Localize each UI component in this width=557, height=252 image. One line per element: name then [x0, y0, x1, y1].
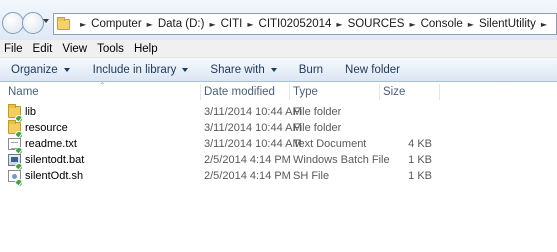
file-type: File folder — [293, 122, 342, 134]
column-header-date-modified[interactable]: Date modified — [200, 82, 289, 102]
forward-button[interactable] — [22, 12, 44, 34]
file-name[interactable]: silentOdt.sh — [25, 168, 83, 184]
file-type: Windows Batch File — [293, 154, 390, 166]
menu-file[interactable]: File — [0, 43, 28, 55]
chevron-right-icon[interactable]: ► — [209, 20, 215, 29]
file-size: 4 KB — [408, 138, 432, 150]
chevron-right-icon[interactable]: ► — [336, 20, 342, 29]
folder-icon — [8, 120, 23, 139]
batch-file-icon — [8, 154, 23, 171]
file-size: 1 KB — [408, 154, 432, 166]
breadcrumb-item[interactable]: SOURCES — [348, 18, 405, 30]
new-folder-button[interactable]: New folder — [345, 64, 400, 76]
breadcrumb-item[interactable]: Console — [421, 18, 463, 30]
menu-bar: File Edit View Tools Help — [0, 40, 557, 58]
new-folder-label: New folder — [345, 63, 401, 76]
organize-label: Organize — [11, 63, 58, 76]
column-header-size[interactable]: Size — [379, 82, 439, 102]
file-row[interactable]: silentOdt.sh 2/5/2014 4:14 PM SH File 1 … — [0, 168, 557, 187]
column-header-type[interactable]: Type — [289, 82, 380, 102]
sync-check-icon — [15, 179, 23, 187]
file-size — [384, 120, 432, 136]
breadcrumb[interactable]: ► Computer ► Data (D:) ► CITI ► CITI0205… — [53, 13, 557, 35]
include-in-library-button[interactable]: Include in library — [93, 64, 189, 76]
menu-edit[interactable]: Edit — [28, 43, 58, 55]
file-date-modified: 3/11/2014 10:44 AM — [204, 138, 302, 150]
file-date-modified: 3/11/2014 10:44 AM — [204, 106, 302, 118]
breadcrumb-item[interactable]: CITI02052014 — [259, 18, 332, 30]
breadcrumb-item[interactable]: CITI — [221, 18, 243, 30]
file-date-modified: 2/5/2014 4:14 PM — [204, 170, 291, 182]
chevron-right-icon[interactable]: ► — [409, 20, 415, 29]
include-in-library-label: Include in library — [92, 63, 177, 76]
chevron-down-icon — [63, 67, 70, 72]
menu-tools[interactable]: Tools — [92, 43, 129, 55]
burn-button[interactable]: Burn — [299, 64, 323, 76]
text-file-icon — [8, 138, 23, 155]
sh-file-icon — [8, 170, 23, 187]
folder-icon — [57, 16, 70, 30]
chevron-right-icon[interactable]: ► — [541, 20, 547, 29]
file-type: File folder — [293, 106, 342, 118]
file-row[interactable]: silentodt.bat 2/5/2014 4:14 PM Windows B… — [0, 152, 557, 171]
file-row[interactable]: resource 3/11/2014 10:44 AM File folder — [0, 120, 557, 139]
breadcrumb-item[interactable]: Computer — [91, 18, 142, 30]
chevron-right-icon[interactable]: ► — [147, 20, 153, 29]
column-divider[interactable] — [439, 84, 440, 100]
share-with-label: Share with — [210, 63, 265, 76]
file-size: 1 KB — [408, 170, 432, 182]
organize-button[interactable]: Organize — [11, 64, 70, 76]
chevron-down-icon — [270, 67, 277, 72]
file-name[interactable]: silentodt.bat — [25, 152, 84, 168]
breadcrumb-item[interactable]: SilentUtility — [479, 18, 536, 30]
column-headers: ⌃ Name Date modified Type Size — [0, 82, 557, 102]
file-date-modified: 3/11/2014 10:44 AM — [204, 122, 302, 134]
file-name[interactable]: resource — [25, 120, 68, 136]
recent-pages-dropdown-icon[interactable] — [43, 19, 49, 23]
file-size — [384, 104, 432, 120]
file-row[interactable]: lib 3/11/2014 10:44 AM File folder — [0, 104, 557, 123]
menu-view[interactable]: View — [57, 43, 92, 55]
file-type: SH File — [293, 170, 330, 182]
back-button[interactable] — [2, 12, 24, 34]
file-name[interactable]: lib — [25, 104, 36, 120]
breadcrumb-item[interactable]: Data (D:) — [158, 18, 205, 30]
file-row[interactable]: readme.txt 3/11/2014 10:44 AM Text Docum… — [0, 136, 557, 155]
column-header-name[interactable]: Name — [4, 82, 200, 102]
menu-help[interactable]: Help — [129, 43, 163, 55]
chevron-down-icon — [182, 67, 189, 72]
share-with-button[interactable]: Share with — [210, 63, 277, 76]
file-date-modified: 2/5/2014 4:14 PM — [204, 154, 291, 166]
chevron-right-icon[interactable]: ► — [80, 20, 86, 29]
chevron-right-icon[interactable]: ► — [247, 20, 253, 29]
file-name[interactable]: readme.txt — [25, 136, 77, 152]
folder-icon — [8, 104, 23, 123]
command-toolbar: Organize Include in library Share with B… — [0, 58, 557, 82]
file-type: Text Document — [293, 138, 367, 150]
address-bar-row: ► Computer ► Data (D:) ► CITI ► CITI0205… — [0, 0, 557, 40]
burn-label: Burn — [298, 63, 324, 76]
chevron-right-icon[interactable]: ► — [468, 20, 474, 29]
